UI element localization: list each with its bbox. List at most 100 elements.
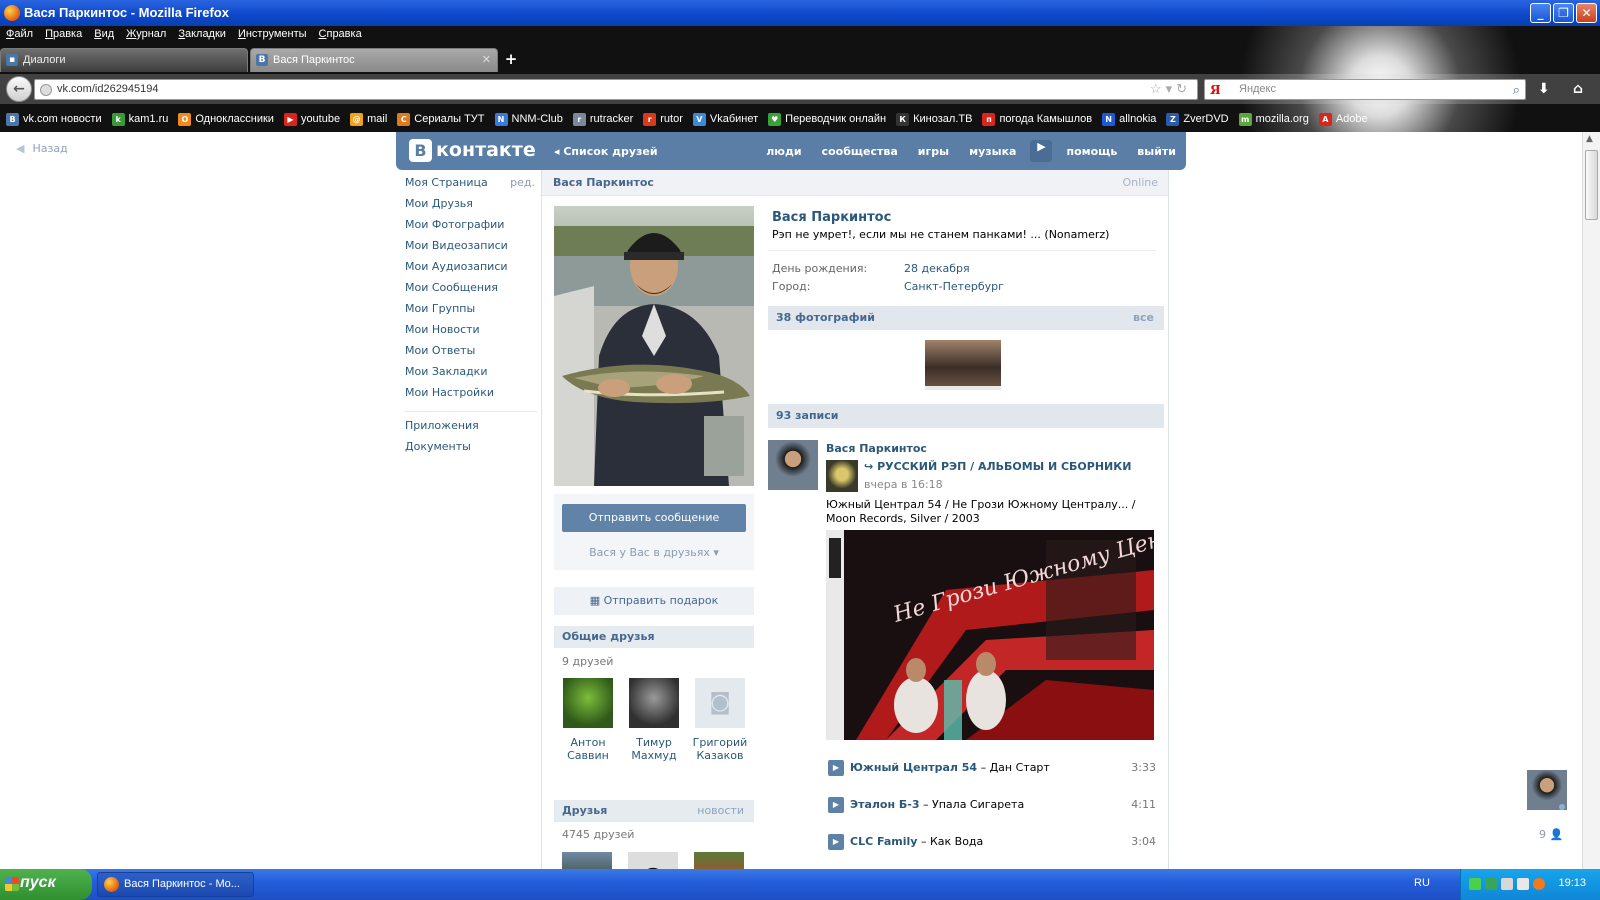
city-value[interactable]: Санкт-Петербург — [904, 280, 1004, 293]
clock[interactable]: 19:13 — [1558, 877, 1586, 889]
track-artist[interactable]: Эталон Б-3 – Упала Сигарета — [850, 798, 1024, 811]
friend-card[interactable]: Тимур Махмуд — [624, 678, 684, 762]
menu-file[interactable]: Файл — [6, 28, 33, 44]
menu-edit[interactable]: Правка — [45, 28, 82, 44]
audio-track[interactable]: ▶ Эталон Б-3 – Упала Сигарета 4:11 — [828, 797, 1158, 815]
profile-avatar[interactable] — [554, 206, 754, 486]
menu-tools[interactable]: Инструменты — [238, 28, 307, 44]
maximize-button[interactable]: ❐ — [1553, 3, 1574, 23]
bookmark-item[interactable]: @ mail — [350, 109, 387, 129]
bookmark-item[interactable]: С Сериалы ТУТ — [397, 109, 485, 129]
menu-item[interactable]: Мои Фотографии — [405, 218, 537, 239]
track-artist[interactable]: Южный Централ 54 – Дан Старт — [850, 761, 1050, 774]
birthday-value[interactable]: 28 декабря — [904, 262, 970, 275]
play-icon[interactable]: ▶ — [828, 797, 844, 813]
chat-widget[interactable]: 9 👤 — [1525, 770, 1569, 860]
send-gift-button[interactable]: ▦ Отправить подарок — [554, 587, 754, 615]
bookmark-item[interactable]: ▶ youtube — [283, 109, 340, 129]
play-icon[interactable]: ▶ — [828, 760, 844, 776]
taskbar-firefox-item[interactable]: Вася Паркинтос - Mo... — [97, 872, 254, 897]
bookmark-item[interactable]: r rutor — [643, 109, 683, 129]
audio-track[interactable]: ▶ Южный Централ 54 – Дан Старт 3:33 — [828, 760, 1158, 778]
home-icon[interactable]: ⌂ — [1573, 81, 1583, 97]
menu-help[interactable]: Справка — [319, 28, 362, 44]
nav-music[interactable]: музыка — [959, 145, 1026, 158]
bookmark-item[interactable]: A Adobe — [1318, 109, 1368, 129]
new-tab-button[interactable]: + — [500, 48, 522, 70]
menu-item[interactable]: Мои Сообщения — [405, 281, 537, 302]
tray-volume-icon[interactable] — [1517, 878, 1529, 890]
menu-item[interactable]: Мои Группы — [405, 302, 537, 323]
bookmark-item[interactable]: V Vkабинет — [692, 109, 758, 129]
track-artist[interactable]: CLC Family – Как Вода — [850, 835, 983, 848]
menu-item[interactable]: Мои Закладки — [405, 365, 537, 386]
friend-card[interactable]: Антон Саввин — [558, 678, 618, 762]
menu-item[interactable]: Мои Настройки — [405, 386, 537, 407]
edit-page-link[interactable]: ред. — [510, 176, 535, 189]
start-button[interactable]: пуск — [0, 869, 92, 900]
back-link[interactable]: ◀ Назад — [16, 142, 68, 155]
menu-item[interactable]: Моя Страница ред. — [405, 176, 537, 197]
minimize-button[interactable]: _ — [1530, 3, 1551, 23]
bookmark-star-icon[interactable]: ☆▾↻ — [1150, 81, 1191, 97]
music-play-icon[interactable]: ▶ — [1030, 140, 1053, 162]
profile-status[interactable]: Рэп не умрет!, если мы не станем панками… — [772, 228, 1109, 241]
bookmark-item[interactable]: Nallnokia — [1102, 109, 1156, 129]
tray-app-icon[interactable] — [1469, 878, 1481, 890]
tray-network-icon[interactable] — [1485, 878, 1497, 890]
menu-item[interactable]: Мои Друзья — [405, 197, 537, 218]
bookmark-item[interactable]: п погода Камышлов — [982, 109, 1092, 129]
friend-card[interactable]: ◙ Григорий Казаков — [690, 678, 750, 762]
nav-communities[interactable]: сообщества — [812, 145, 908, 158]
download-icon[interactable]: ⬇ — [1538, 81, 1550, 97]
page-scrollbar[interactable]: ▲ — [1582, 132, 1600, 869]
scroll-thumb[interactable] — [1585, 150, 1598, 220]
menu-item[interactable]: Мои Новости — [405, 323, 537, 344]
bookmark-item[interactable]: ♥ Переводчик онлайн — [768, 109, 886, 129]
scroll-up-icon[interactable]: ▲ — [1586, 134, 1593, 144]
bookmark-item[interactable]: Вvk.com новости — [6, 109, 102, 129]
bookmark-item[interactable]: N NNM-Club — [494, 109, 563, 129]
menu-item[interactable]: Мои Ответы — [405, 344, 537, 365]
audio-track[interactable]: ▶ CLC Family – Как Вода 3:04 — [828, 834, 1158, 852]
vk-logo-icon[interactable]: В — [409, 139, 432, 162]
nav-games[interactable]: игры — [908, 145, 959, 158]
menu-item[interactable]: Документы — [405, 440, 537, 461]
post-source[interactable]: ↪ РУССКИЙ РЭП / АЛЬБОМЫ И СБОРНИКИ — [864, 460, 1131, 473]
photos-all-link[interactable]: все — [1133, 311, 1154, 324]
menu-item[interactable]: Мои Аудиозаписи — [405, 260, 537, 281]
friend-avatar[interactable] — [628, 852, 678, 869]
bookmark-item[interactable]: Z ZverDVD — [1166, 109, 1229, 129]
play-icon[interactable]: ▶ — [828, 834, 844, 850]
menu-view[interactable]: Вид — [94, 28, 114, 44]
menu-history[interactable]: Журнал — [126, 28, 166, 44]
browser-back-button[interactable]: ← — [6, 76, 32, 102]
common-friends-header[interactable]: Общие друзья — [554, 626, 754, 648]
tray-antivirus-icon[interactable] — [1533, 878, 1545, 890]
bookmark-item[interactable]: r rutracker — [572, 109, 633, 129]
breadcrumb[interactable]: ◂ Список друзей — [554, 145, 658, 158]
bookmark-item[interactable]: О Одноклассники — [178, 109, 274, 129]
friends-news-link[interactable]: новости — [697, 804, 744, 817]
wall-header[interactable]: 93 записи — [768, 404, 1164, 428]
search-icon[interactable]: ⌕ — [1513, 82, 1520, 98]
friend-status-dropdown[interactable]: Вася у Вас в друзьях ▾ — [554, 546, 754, 559]
vk-logo-text[interactable]: контакте — [436, 139, 536, 161]
search-bar[interactable]: Я Яндекс ⌕ — [1204, 79, 1526, 100]
friends-header[interactable]: Друзья новости — [554, 800, 754, 822]
nav-logout[interactable]: выйти — [1127, 145, 1186, 158]
send-message-button[interactable]: Отправить сообщение — [562, 504, 746, 532]
post-author[interactable]: Вася Паркинтос — [826, 442, 927, 455]
album-cover-image[interactable]: Не Грози Южному Централу — [826, 530, 1154, 740]
friend-avatar[interactable] — [694, 852, 744, 869]
menu-bookmarks[interactable]: Закладки — [178, 28, 226, 44]
address-bar[interactable]: vk.com/id262945194 ☆▾↻ — [34, 79, 1198, 100]
photos-header[interactable]: 38 фотографий все — [768, 306, 1164, 330]
post-author-avatar[interactable] — [768, 440, 818, 490]
nav-people[interactable]: люди — [756, 145, 811, 158]
friend-avatar[interactable] — [562, 852, 612, 869]
close-window-button[interactable]: ✕ — [1576, 3, 1597, 23]
bookmark-item[interactable]: m mozilla.org — [1238, 109, 1309, 129]
language-indicator[interactable]: RU — [1414, 877, 1430, 889]
menu-item[interactable]: Приложения — [405, 419, 537, 440]
